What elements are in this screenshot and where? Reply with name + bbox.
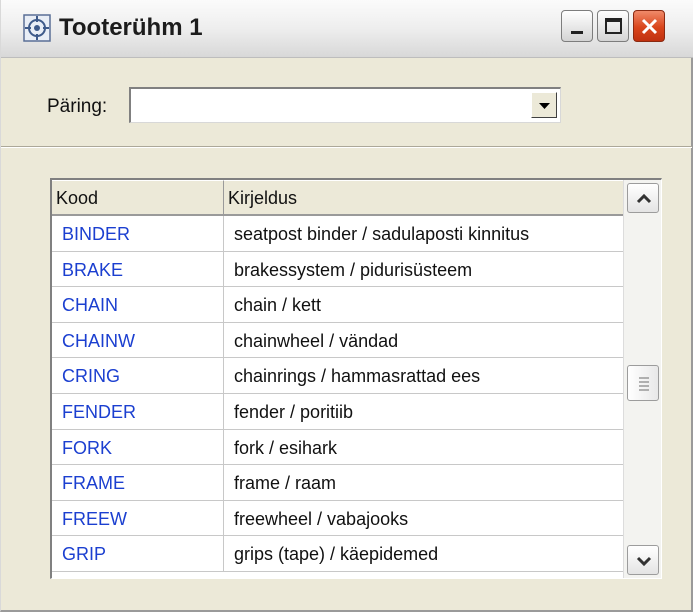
code-cell[interactable]: BRAKE [52, 251, 224, 287]
title-bar[interactable]: Tooterühm 1 [1, 0, 693, 58]
code-cell[interactable]: FORK [52, 429, 224, 465]
table-row[interactable]: BRAKE brakessystem / pidurisüsteem [52, 251, 624, 288]
code-cell[interactable]: CHAIN [52, 287, 224, 322]
scroll-thumb[interactable] [627, 365, 659, 401]
code-cell[interactable]: FREEW [52, 500, 224, 536]
table-row[interactable]: FENDER fender / poritiib [52, 393, 624, 430]
description-cell[interactable]: seatpost binder / sadulaposti kinnitus [224, 216, 624, 251]
table-row[interactable]: CHAIN chain / kett [52, 287, 624, 323]
grip-lines-icon [639, 377, 649, 391]
minimize-button[interactable] [561, 10, 593, 42]
table-row[interactable]: CRING chainrings / hammasrattad ees [52, 358, 624, 394]
table-row[interactable]: GRIP grips (tape) / käepidemed [52, 536, 624, 572]
description-cell[interactable]: fork / esihark [224, 430, 624, 465]
chevron-up-icon [636, 193, 652, 204]
scroll-down-button[interactable] [627, 545, 659, 575]
query-combobox[interactable] [129, 87, 561, 123]
query-label: Päring: [47, 96, 108, 117]
code-cell[interactable]: CHAINW [52, 322, 224, 358]
table-row[interactable]: CHAINW chainwheel / vändad [52, 322, 624, 359]
code-cell[interactable]: BINDER [52, 216, 224, 251]
description-cell[interactable]: chain / kett [224, 287, 624, 322]
code-cell[interactable]: FRAME [52, 465, 224, 500]
chevron-down-icon [636, 556, 652, 567]
description-cell[interactable]: freewheel / vabajooks [224, 501, 624, 536]
code-cell[interactable]: GRIP [52, 536, 224, 571]
maximize-button[interactable] [597, 10, 629, 42]
query-dropdown-button[interactable] [531, 92, 557, 118]
grid-app-icon[interactable] [23, 14, 51, 42]
code-cell[interactable]: CRING [52, 358, 224, 393]
close-button[interactable] [633, 10, 665, 42]
description-cell[interactable]: grips (tape) / käepidemed [224, 536, 624, 571]
description-cell[interactable]: brakessystem / pidurisüsteem [224, 252, 624, 287]
description-cell[interactable]: fender / poritiib [224, 394, 624, 429]
column-header-description[interactable]: Kirjeldus [224, 180, 624, 216]
minimize-icon [571, 31, 583, 34]
vertical-scrollbar[interactable] [623, 180, 661, 578]
table-header: Kood Kirjeldus [52, 180, 624, 216]
column-header-code[interactable]: Kood [52, 180, 224, 216]
window: Tooterühm 1 Päring: Kood Kirjeldus BINDE… [0, 0, 693, 612]
data-table[interactable]: Kood Kirjeldus BINDER seatpost binder / s… [50, 178, 662, 579]
close-icon [641, 18, 658, 35]
table-row[interactable]: FORK fork / esihark [52, 429, 624, 466]
description-cell[interactable]: chainwheel / vändad [224, 323, 624, 358]
table-row[interactable]: FRAME frame / raam [52, 465, 624, 501]
chevron-down-icon [539, 103, 550, 109]
scroll-up-button[interactable] [627, 183, 659, 213]
window-title: Tooterühm 1 [59, 14, 203, 41]
maximize-icon [605, 18, 622, 34]
description-cell[interactable]: frame / raam [224, 465, 624, 500]
table-row[interactable]: BINDER seatpost binder / sadulaposti kinn… [52, 216, 624, 252]
divider [1, 146, 692, 148]
description-cell[interactable]: chainrings / hammasrattad ees [224, 358, 624, 393]
table-body: BINDER seatpost binder / sadulaposti kinn… [52, 216, 624, 572]
code-cell[interactable]: FENDER [52, 393, 224, 429]
table-row[interactable]: FREEW freewheel / vabajooks [52, 500, 624, 537]
